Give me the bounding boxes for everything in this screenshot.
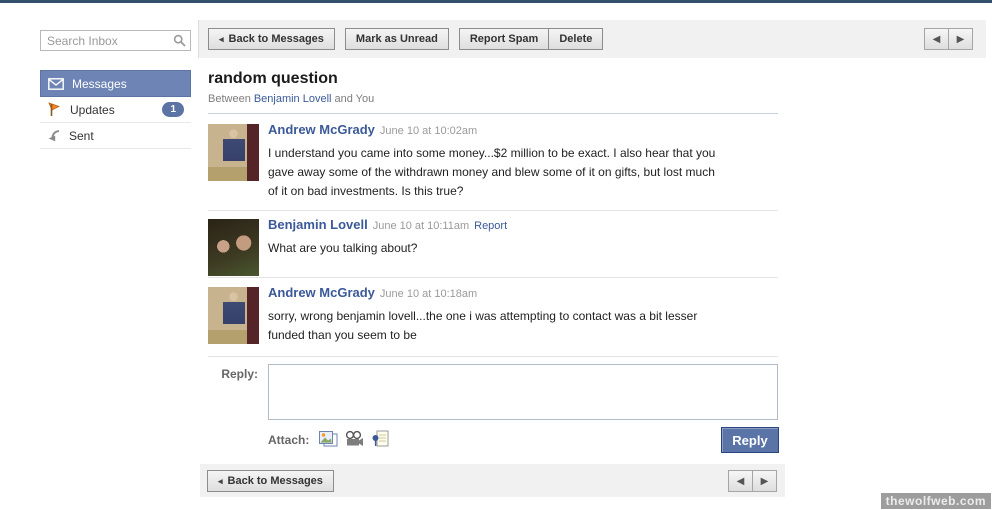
message-toolbar: ◂ Back to Messages Mark as Unread Report… (198, 20, 986, 58)
delete-button[interactable]: Delete (548, 28, 603, 50)
header-divider (208, 113, 778, 114)
avatar[interactable] (208, 219, 259, 276)
sidebar-item-label: Updates (70, 103, 115, 117)
next-thread-button[interactable]: ▶ (948, 28, 973, 50)
back-arrow-icon: ◂ (219, 35, 224, 44)
back-arrow-icon: ◂ (218, 477, 223, 486)
sidebar-item-label: Sent (69, 129, 94, 143)
previous-thread-button[interactable]: ◀ (924, 28, 949, 50)
reply-button[interactable]: Reply (721, 427, 779, 453)
report-spam-button[interactable]: Report Spam (459, 28, 549, 50)
avatar[interactable] (208, 287, 259, 344)
reply-label: Reply: (206, 367, 258, 381)
spam-delete-button-group: Report Spam Delete (459, 28, 604, 50)
thread-title: random question (208, 70, 338, 88)
search-inbox-box (40, 30, 191, 51)
next-thread-button[interactable]: ▶ (752, 470, 777, 492)
bottom-toolbar: ◂ Back to Messages ◀ ▶ (200, 464, 785, 497)
next-arrow-icon: ▶ (761, 476, 769, 487)
timestamp: June 10 at 10:02am (380, 125, 477, 137)
sidebar-item-sent[interactable]: Sent (40, 123, 191, 149)
message-item: Benjamin LovellJune 10 at 10:11amReport … (208, 217, 778, 258)
thread-participants: BetweenBenjamin Lovelland You (208, 93, 374, 105)
thread-pager-bottom: ◀ ▶ (728, 470, 777, 492)
attach-video-icon[interactable] (344, 430, 364, 448)
thread-pager: ◀ ▶ (924, 28, 973, 50)
timestamp: June 10 at 10:11am (373, 220, 469, 232)
message-item: Andrew McGrady June 10 at 10:18am sorry, … (208, 285, 778, 345)
author-link[interactable]: Andrew McGrady (268, 122, 375, 137)
back-to-messages-button[interactable]: ◂ Back to Messages (208, 28, 335, 50)
updates-count-badge: 1 (162, 102, 184, 117)
watermark: thewolfweb.com (881, 493, 991, 509)
message-body: What are you talking about? (268, 239, 716, 258)
author-link[interactable]: Andrew McGrady (268, 285, 375, 300)
sidebar-menu: Messages Updates 1 Sent (40, 70, 191, 149)
message-item: Andrew McGrady June 10 at 10:02am I under… (208, 122, 778, 201)
message-body: I understand you came into some money...… (268, 144, 716, 201)
reply-textarea[interactable] (268, 364, 778, 420)
attach-link-icon[interactable] (371, 430, 391, 448)
next-arrow-icon: ▶ (957, 34, 965, 45)
message-divider (208, 277, 778, 278)
search-input[interactable] (41, 31, 190, 50)
envelope-icon (48, 78, 64, 90)
flag-icon (47, 102, 62, 117)
participant-link[interactable]: Benjamin Lovell (254, 93, 332, 105)
back-to-messages-button-bottom[interactable]: ◂ Back to Messages (207, 470, 334, 492)
message-divider (208, 210, 778, 211)
author-link[interactable]: Benjamin Lovell (268, 217, 368, 232)
mark-as-unread-button[interactable]: Mark as Unread (345, 28, 449, 50)
sent-arrow-icon (47, 129, 61, 143)
previous-thread-button[interactable]: ◀ (728, 470, 753, 492)
messages-page: Messages Updates 1 Sent ◂ Back to Messag… (0, 0, 992, 510)
reply-divider (208, 356, 778, 357)
attach-photo-icon[interactable] (318, 430, 338, 448)
sidebar-item-messages[interactable]: Messages (40, 70, 191, 97)
search-icon (173, 34, 186, 47)
attach-label: Attach: (268, 433, 309, 447)
timestamp: June 10 at 10:18am (380, 288, 477, 300)
report-link[interactable]: Report (474, 220, 507, 232)
prev-arrow-icon: ◀ (933, 34, 941, 45)
prev-arrow-icon: ◀ (737, 476, 745, 487)
top-bar (0, 0, 992, 3)
sidebar-item-label: Messages (72, 77, 127, 91)
avatar[interactable] (208, 124, 259, 181)
message-body: sorry, wrong benjamin lovell...the one i… (268, 307, 716, 345)
sidebar-item-updates[interactable]: Updates 1 (40, 97, 191, 123)
